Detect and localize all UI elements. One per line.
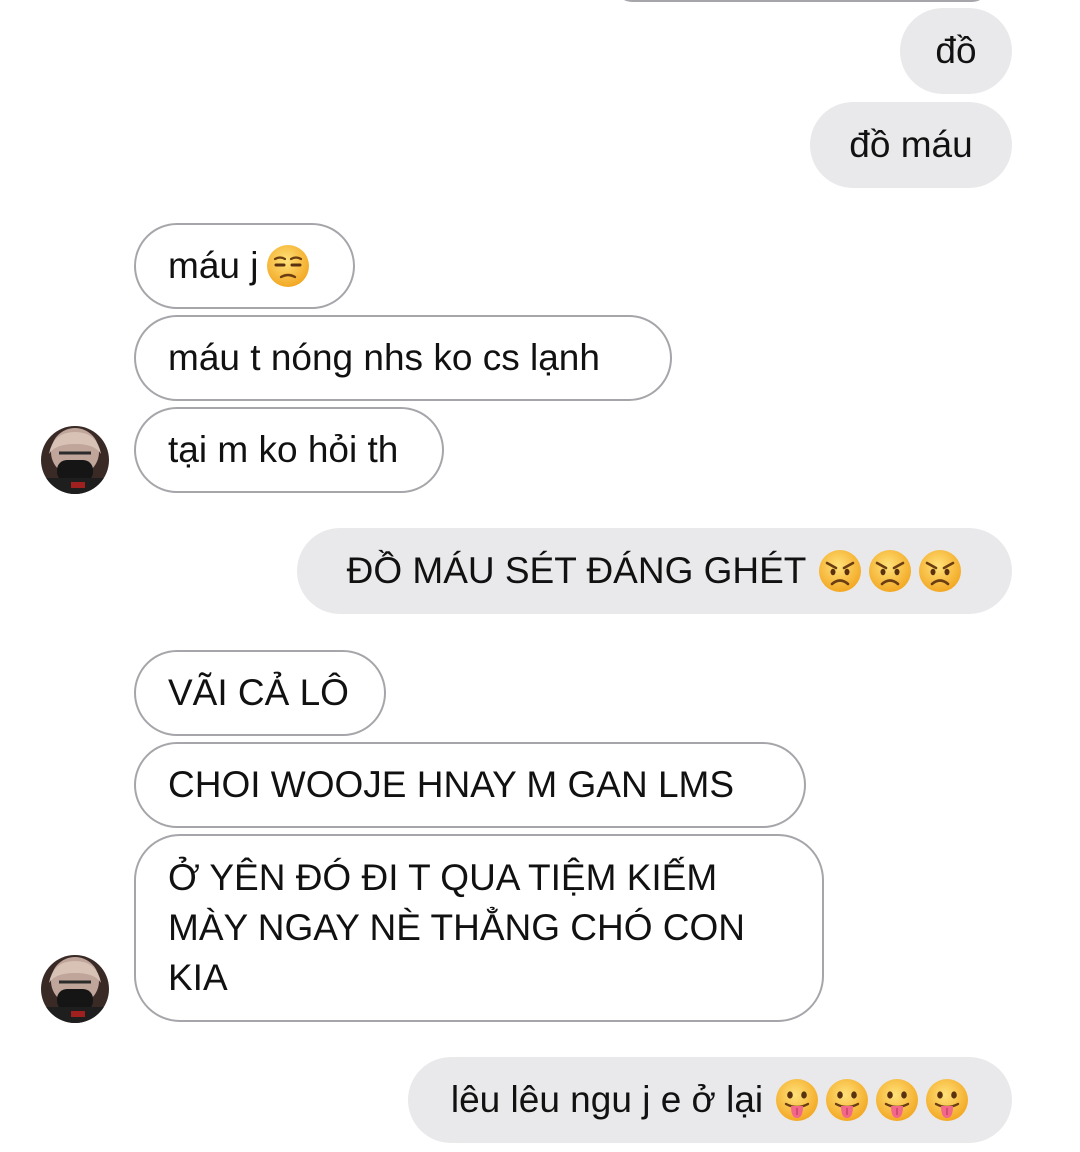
message-text: đồ máu [849,124,973,165]
message-text: máu t nóng nhs ko cs lạnh [168,337,600,378]
message-text: máu j [168,245,259,286]
received-message-bubble[interactable]: Ở YÊN ĐÓ ĐI T QUA TIỆM KIẾM MÀY NGAY NÈ … [134,834,824,1022]
message-text: tại m ko hỏi th [168,429,399,470]
face-with-tongue-icon [776,1079,819,1121]
received-message-bubble[interactable]: máu j [134,223,355,309]
sent-message-bubble[interactable]: ĐỒ MÁU SÉT ĐÁNG GHÉT [297,528,1012,614]
avatar-photo-icon [41,955,109,1023]
message-text: đồ [935,30,977,71]
face-with-tongue-icon [876,1079,919,1121]
received-message-bubble[interactable]: CHOI WOOJE HNAY M GAN LMS [134,742,806,828]
face-with-tongue-icon [926,1079,969,1121]
message-text: CHOI WOOJE HNAY M GAN LMS [168,764,735,805]
avatar-photo-icon [41,426,109,494]
contact-avatar[interactable] [41,426,109,494]
received-message-bubble[interactable]: máu t nóng nhs ko cs lạnh [134,315,672,401]
face-with-tongue-icon [826,1079,869,1121]
message-text: ĐỒ MÁU SÉT ĐÁNG GHÉT [346,550,807,591]
angry-face-icon [919,550,962,592]
cropped-message-bubble [612,0,992,2]
contact-avatar[interactable] [41,955,109,1023]
message-text: Ở YÊN ĐÓ ĐI T QUA TIỆM KIẾM MÀY NGAY NÈ … [168,857,746,998]
received-message-bubble[interactable]: tại m ko hỏi th [134,407,444,493]
sent-message-bubble[interactable]: lêu lêu ngu j e ở lại [408,1057,1012,1143]
sent-message-bubble[interactable]: đồ máu [810,102,1012,188]
unamused-face-icon [267,245,310,287]
received-message-bubble[interactable]: VÃI CẢ LÔ [134,650,386,736]
angry-face-icon [869,550,912,592]
sent-message-bubble[interactable]: đồ [900,8,1012,94]
message-text: lêu lêu ngu j e ở lại [450,1079,764,1120]
angry-face-icon [819,550,862,592]
message-text: VÃI CẢ LÔ [168,672,349,713]
